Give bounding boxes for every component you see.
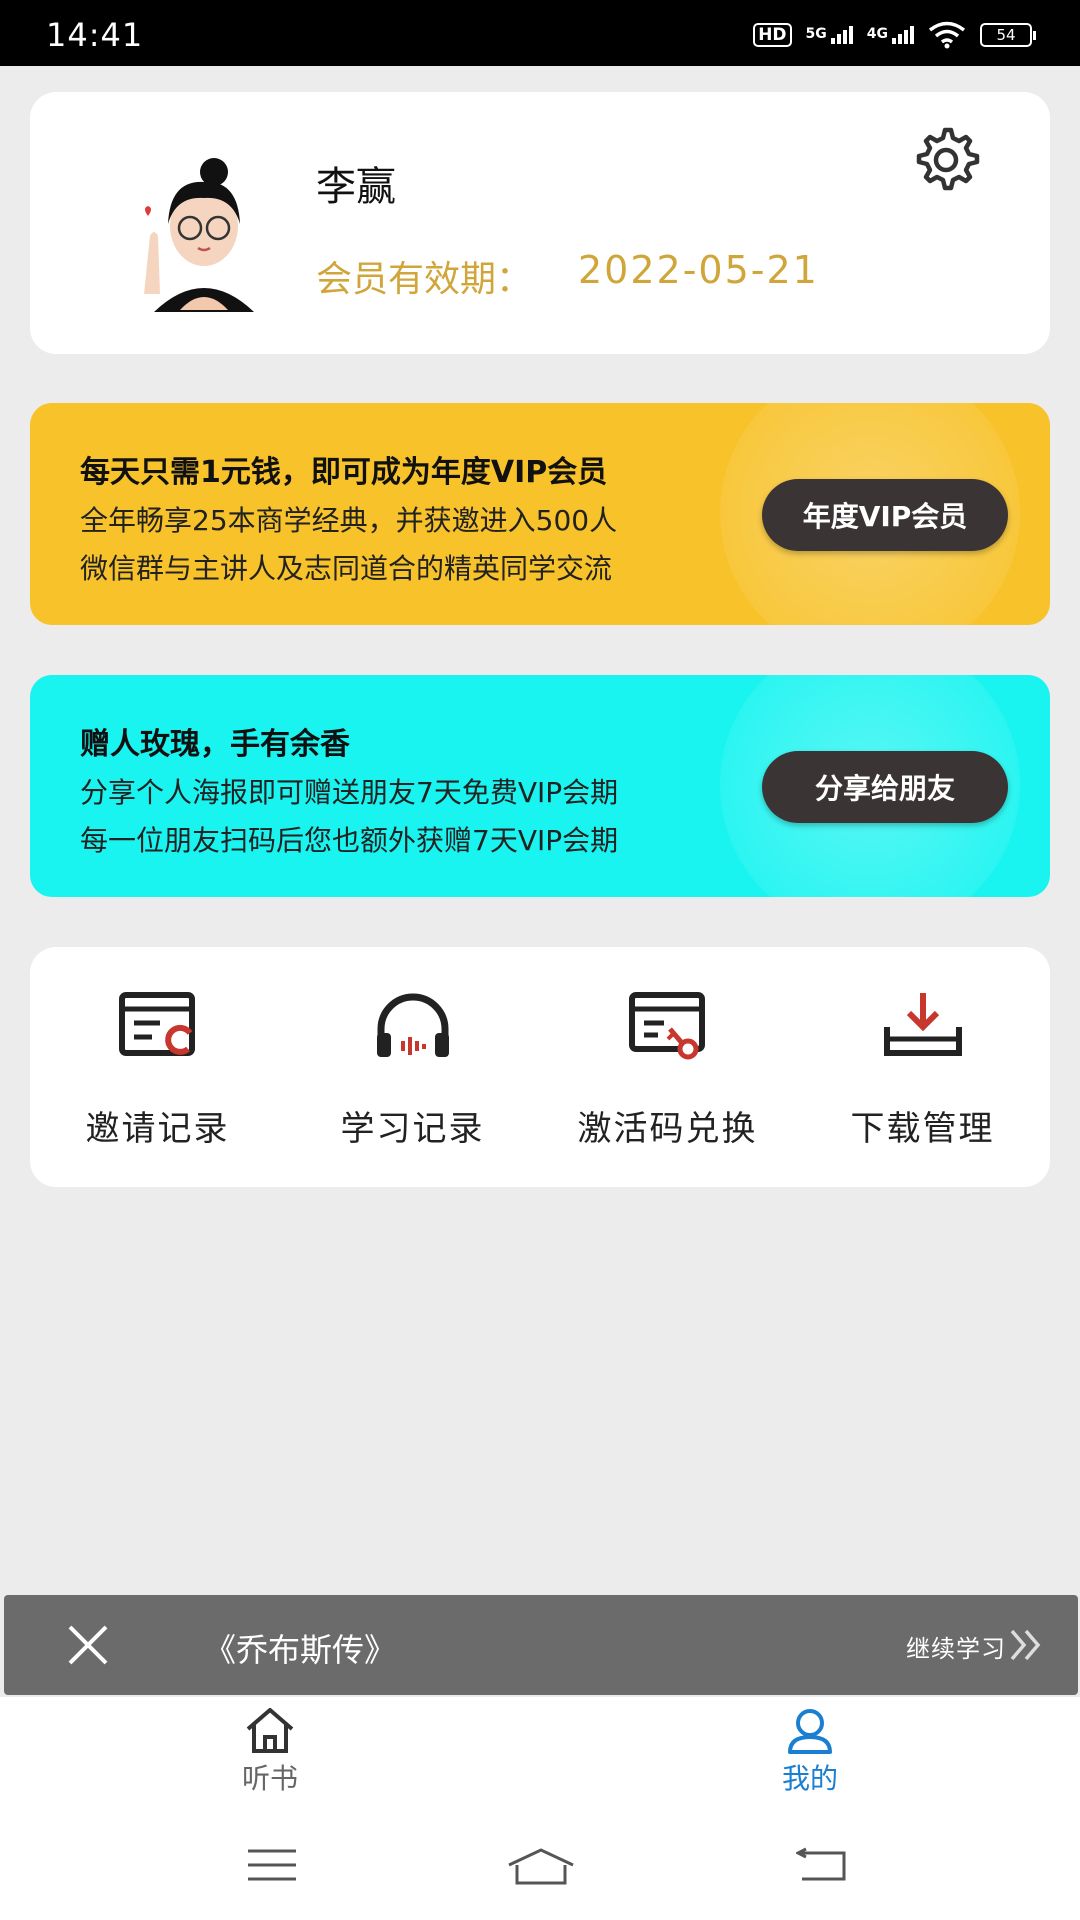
vip-expiry-date: 2022-05-21 bbox=[578, 248, 819, 292]
vip-banner: 每天只需1元钱，即可成为年度VIP会员 全年畅享25本商学经典，并获邀进入500… bbox=[30, 403, 1050, 625]
grid-label: 下载管理 bbox=[850, 1109, 995, 1149]
banner-title: 每天只需1元钱，即可成为年度VIP会员 bbox=[80, 455, 608, 490]
avatar[interactable] bbox=[114, 144, 294, 324]
headphones-icon bbox=[376, 993, 449, 1057]
banner-text: 分享个人海报即可赠送朋友7天免费VIP会期 bbox=[80, 776, 619, 809]
mini-player[interactable]: 《乔布斯传》 继续学习 bbox=[4, 1595, 1078, 1695]
bottom-nav: 听书 我的 bbox=[0, 1697, 1080, 1807]
download-icon bbox=[883, 993, 962, 1056]
download-manager-item[interactable]: 下载管理 bbox=[795, 947, 1050, 1187]
invite-record-icon bbox=[118, 992, 195, 1056]
grid-label: 激活码兑换 bbox=[577, 1109, 758, 1149]
gear-icon[interactable] bbox=[910, 122, 982, 194]
status-icons: HD 5G 4G 54 bbox=[753, 18, 1036, 52]
activation-code-icon bbox=[628, 992, 705, 1060]
wifi-icon bbox=[928, 21, 966, 49]
banner-title: 赠人玫瑰，手有余香 bbox=[80, 727, 350, 762]
now-playing-title[interactable]: 《乔布斯传》 bbox=[204, 1625, 396, 1671]
battery-icon: 54 bbox=[980, 23, 1036, 47]
banner-text: 微信群与主讲人及志同道合的精英同学交流 bbox=[80, 552, 613, 585]
banner-text: 全年畅享25本商学经典，并获邀进入500人 bbox=[80, 504, 618, 537]
home-icon bbox=[246, 1708, 294, 1753]
double-chevron-right-icon[interactable] bbox=[1008, 1627, 1044, 1663]
tab-label: 我的 bbox=[781, 1762, 838, 1795]
grid-label: 学习记录 bbox=[340, 1109, 485, 1149]
annual-vip-button[interactable]: 年度VIP会员 bbox=[762, 479, 1008, 551]
status-time: 14:41 bbox=[46, 16, 144, 54]
back-icon[interactable] bbox=[796, 1847, 848, 1883]
feature-grid: 邀请记录 学习记录 激活码兑换 下载管理 bbox=[30, 947, 1050, 1187]
profile-card: 李赢 会员有效期： 2022-05-21 bbox=[30, 92, 1050, 354]
signal-5g-icon: 5G bbox=[806, 26, 853, 44]
home-nav-icon[interactable] bbox=[505, 1847, 577, 1887]
user-icon bbox=[788, 1709, 832, 1754]
grid-label: 邀请记录 bbox=[85, 1109, 230, 1149]
continue-learning-button[interactable]: 继续学习 bbox=[906, 1629, 1006, 1664]
vip-expiry-label: 会员有效期： bbox=[316, 259, 533, 300]
user-name: 李赢 bbox=[316, 164, 396, 210]
banner-text: 每一位朋友扫码后您也额外获赠7天VIP会期 bbox=[80, 824, 619, 857]
study-record-item[interactable]: 学习记录 bbox=[285, 947, 540, 1187]
invite-record-item[interactable]: 邀请记录 bbox=[30, 947, 285, 1187]
hd-icon: HD bbox=[753, 23, 792, 47]
tab-label: 听书 bbox=[241, 1762, 298, 1795]
tab-listen[interactable]: 听书 bbox=[200, 1705, 340, 1805]
signal-4g-icon: 4G bbox=[867, 26, 914, 44]
status-bar: 14:41 HD 5G 4G 54 bbox=[0, 0, 1080, 66]
share-banner: 赠人玫瑰，手有余香 分享个人海报即可赠送朋友7天免费VIP会期 每一位朋友扫码后… bbox=[30, 675, 1050, 897]
menu-icon[interactable] bbox=[246, 1847, 298, 1883]
system-nav-bar bbox=[0, 1807, 1080, 1920]
close-icon[interactable] bbox=[66, 1623, 110, 1667]
tab-mine[interactable]: 我的 bbox=[740, 1705, 880, 1805]
share-to-friends-button[interactable]: 分享给朋友 bbox=[762, 751, 1008, 823]
activation-code-item[interactable]: 激活码兑换 bbox=[540, 947, 795, 1187]
